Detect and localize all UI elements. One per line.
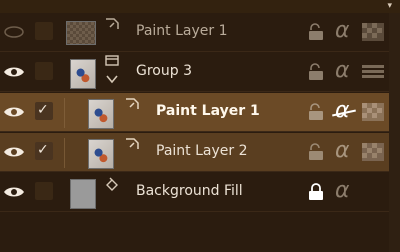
unlocked-icon[interactable] <box>307 63 325 81</box>
layer-name[interactable]: Paint Layer 2 <box>156 143 248 159</box>
alpha-lock-icon[interactable]: α <box>335 58 350 83</box>
visibility-off-icon[interactable] <box>3 24 25 40</box>
paint-layer-icon <box>106 18 119 29</box>
layer-row-selected[interactable]: ✓ Paint Layer 1 α <box>0 93 389 132</box>
row-divider <box>0 91 389 92</box>
alpha-lock-icon[interactable]: α <box>335 178 350 203</box>
layer-name[interactable]: Group 3 <box>136 63 192 79</box>
row-divider <box>0 171 389 172</box>
layers-panel: ▾ Paint Layer 1 α Group 3 α ✓ Paint Laye… <box>0 0 400 252</box>
layer-checkbox[interactable] <box>35 182 53 200</box>
inherit-alpha-icon[interactable] <box>362 23 384 41</box>
layer-thumbnail <box>66 21 96 45</box>
visibility-icon[interactable] <box>3 144 25 160</box>
layer-row[interactable]: Group 3 α <box>0 53 389 92</box>
layer-row[interactable]: Background Fill α <box>0 173 389 212</box>
layer-thumbnail <box>88 99 114 129</box>
alpha-lock-icon[interactable]: α <box>335 18 350 43</box>
paint-layer-icon <box>126 98 139 109</box>
alpha-lock-icon[interactable]: α <box>335 138 350 163</box>
layer-row[interactable]: Paint Layer 1 α <box>0 13 389 52</box>
layer-thumbnail <box>88 139 114 169</box>
unlocked-icon[interactable] <box>307 23 325 41</box>
row-divider <box>0 131 389 132</box>
checkmark-icon: ✓ <box>37 142 49 158</box>
layer-thumbnail <box>70 179 96 209</box>
fill-layer-icon <box>106 177 118 191</box>
inherit-alpha-icon[interactable] <box>362 143 384 161</box>
layer-name[interactable]: Paint Layer 1 <box>156 103 260 119</box>
unlocked-icon[interactable] <box>307 103 325 121</box>
paint-layer-icon <box>126 138 139 149</box>
layer-thumbnail <box>70 59 96 89</box>
row-divider <box>0 51 389 52</box>
layer-checkbox[interactable] <box>35 22 53 40</box>
pass-through-icon[interactable] <box>362 63 384 81</box>
layer-checkbox[interactable] <box>35 62 53 80</box>
chevron-down-icon[interactable] <box>104 73 120 85</box>
visibility-icon[interactable] <box>3 184 25 200</box>
panel-header: ▾ <box>0 0 400 13</box>
lock-icon[interactable] <box>307 183 325 201</box>
scrollbar[interactable] <box>389 13 400 252</box>
layer-name[interactable]: Background Fill <box>136 183 243 199</box>
unlocked-icon[interactable] <box>307 143 325 161</box>
alpha-lock-disabled-icon[interactable]: α <box>335 98 350 123</box>
panel-menu-arrow-icon[interactable]: ▾ <box>387 1 392 11</box>
indent-guide <box>64 98 65 128</box>
indent-guide <box>64 138 65 168</box>
row-divider <box>0 211 389 212</box>
layer-checkbox[interactable]: ✓ <box>35 102 53 120</box>
group-layer-icon[interactable] <box>104 54 120 70</box>
layer-name[interactable]: Paint Layer 1 <box>136 23 228 39</box>
layer-row-selected[interactable]: ✓ Paint Layer 2 α <box>0 133 389 172</box>
layer-checkbox[interactable]: ✓ <box>35 142 53 160</box>
visibility-icon[interactable] <box>3 104 25 120</box>
visibility-icon[interactable] <box>3 64 25 80</box>
inherit-alpha-icon[interactable] <box>362 103 384 121</box>
checkmark-icon: ✓ <box>37 102 49 118</box>
